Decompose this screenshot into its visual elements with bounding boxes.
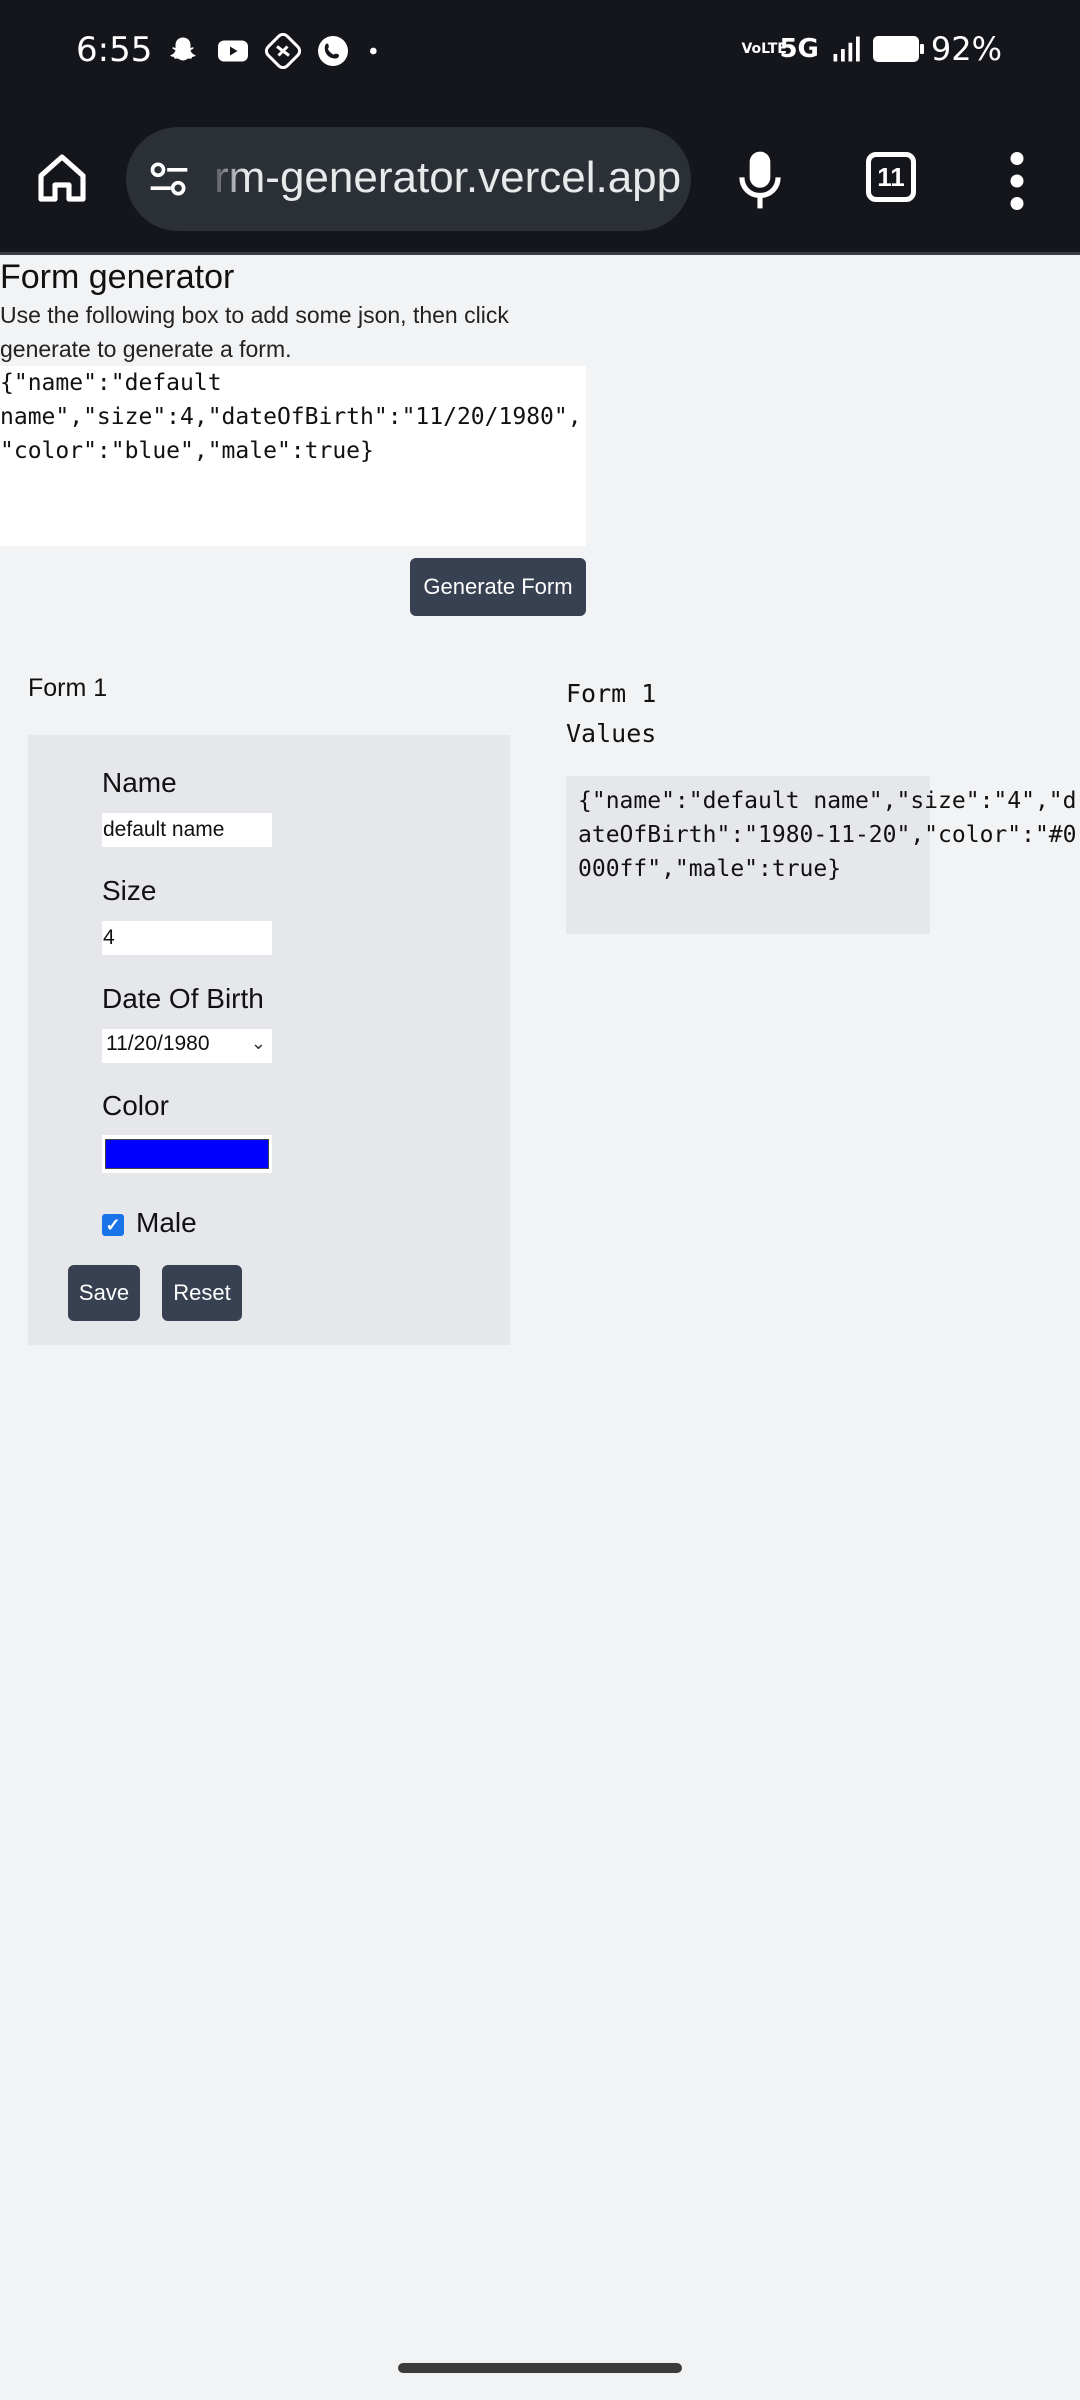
network-type: 5G: [779, 34, 819, 64]
tab-switcher-button[interactable]: 11: [866, 152, 916, 202]
name-label: Name: [102, 767, 177, 798]
size-input[interactable]: [102, 921, 272, 955]
snapchat-icon: [170, 37, 196, 61]
values-heading-line2: Values: [566, 719, 657, 748]
date-of-birth-label: Date Of Birth: [102, 983, 264, 1014]
gesture-bar[interactable]: [398, 2363, 682, 2373]
color-swatch: [105, 1139, 269, 1169]
reset-button[interactable]: Reset: [162, 1265, 242, 1321]
json-input[interactable]: [0, 366, 586, 546]
date-of-birth-input[interactable]: 11/20/1980 ⌄: [102, 1029, 272, 1063]
notification-icons: [165, 33, 385, 69]
save-button[interactable]: Save: [68, 1265, 140, 1321]
url-text[interactable]: rm-generator.vercel.app: [214, 153, 681, 203]
size-label: Size: [102, 875, 157, 906]
form-card: Name Size Date Of Birth 11/20/1980 ⌄ Col…: [28, 735, 510, 1345]
youtube-icon: [218, 40, 248, 62]
page-description: Use the following box to add some json, …: [0, 302, 509, 362]
name-input[interactable]: [102, 813, 272, 847]
url-fade: [206, 127, 246, 231]
more-menu-icon[interactable]: [1002, 151, 1032, 211]
form-heading: Form 1: [28, 674, 108, 702]
status-right: VoLTE 5G 92%: [741, 30, 1002, 68]
chevron-down-icon: ⌄: [250, 1033, 266, 1053]
battery-level: 92%: [930, 30, 1002, 68]
color-input[interactable]: [102, 1135, 272, 1173]
male-label: Male: [136, 1207, 197, 1238]
values-heading: Form 1 Values: [566, 674, 656, 754]
values-json-output: {"name":"default name","size":"4","dateO…: [578, 788, 1077, 882]
home-icon[interactable]: [34, 150, 90, 206]
status-time: 6:55: [76, 30, 153, 70]
microphone-icon[interactable]: [738, 149, 782, 211]
signal-icon: [833, 36, 860, 62]
color-label: Color: [102, 1090, 169, 1121]
phone-icon: [318, 36, 348, 66]
generate-form-button[interactable]: Generate Form: [410, 558, 586, 616]
dot-icon: [370, 47, 377, 55]
battery-icon: [872, 36, 924, 62]
page-title: Form generator: [0, 258, 235, 296]
status-bar: 6:55 VoLTE 5G 92%: [0, 0, 1080, 105]
values-heading-line1: Form 1: [566, 679, 657, 708]
site-settings-icon[interactable]: [146, 157, 192, 201]
male-checkbox[interactable]: ✓: [102, 1214, 124, 1236]
browser-toolbar: rm-generator.vercel.app 11: [0, 105, 1080, 255]
volte-indicator: VoLTE: [741, 41, 787, 57]
address-bar[interactable]: rm-generator.vercel.app: [126, 127, 691, 231]
date-of-birth-value: 11/20/1980: [106, 1032, 210, 1055]
slack-icon: [265, 33, 301, 69]
